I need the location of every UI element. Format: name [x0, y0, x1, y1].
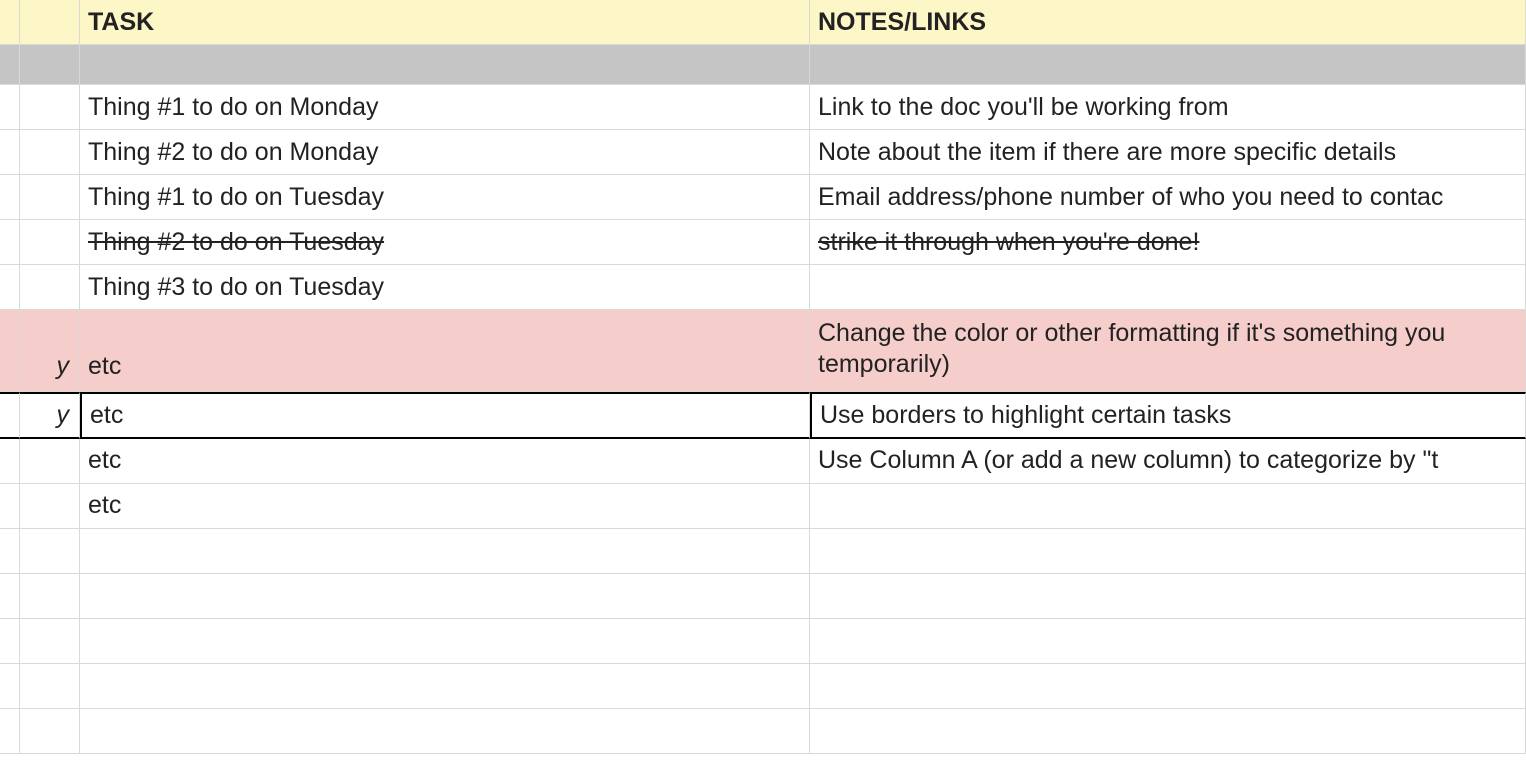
cell-task[interactable]: Thing #1 to do on Monday [80, 85, 810, 130]
row-edge[interactable] [0, 619, 20, 664]
row-edge[interactable] [0, 45, 20, 85]
cell-a[interactable] [20, 265, 80, 310]
cell-notes[interactable]: Change the color or other formatting if … [810, 310, 1526, 392]
cell-task[interactable] [80, 664, 810, 709]
header-task[interactable]: TASK [80, 0, 810, 45]
cell-notes[interactable]: Email address/phone number of who you ne… [810, 175, 1526, 220]
cell-a[interactable] [20, 664, 80, 709]
header-notes[interactable]: NOTES/LINKS [810, 0, 1526, 45]
row-edge[interactable] [0, 310, 20, 392]
cell-task[interactable] [80, 619, 810, 664]
row-edge[interactable] [0, 392, 20, 439]
cell-a[interactable]: y [20, 392, 80, 439]
spreadsheet-grid[interactable]: TASK NOTES/LINKS Thing #1 to do on Monda… [0, 0, 1526, 754]
cell-notes[interactable] [810, 664, 1526, 709]
cell-notes[interactable]: strike it through when you're done! [810, 220, 1526, 265]
cell-a[interactable] [20, 439, 80, 484]
cell-notes[interactable]: Link to the doc you'll be working from [810, 85, 1526, 130]
cell-notes[interactable]: Note about the item if there are more sp… [810, 130, 1526, 175]
cell-notes[interactable] [810, 265, 1526, 310]
cell-a[interactable] [20, 175, 80, 220]
row-edge[interactable] [0, 439, 20, 484]
cell-a[interactable] [20, 130, 80, 175]
row-edge[interactable] [0, 529, 20, 574]
cell-task[interactable] [80, 709, 810, 754]
row-edge[interactable] [0, 664, 20, 709]
row-edge[interactable] [0, 709, 20, 754]
row-edge[interactable] [0, 175, 20, 220]
row-edge[interactable] [0, 130, 20, 175]
cell-task[interactable]: Thing #2 to do on Tuesday [80, 220, 810, 265]
row-edge[interactable] [0, 220, 20, 265]
row-edge[interactable] [0, 85, 20, 130]
cell-task[interactable]: etc [80, 439, 810, 484]
row-edge[interactable] [0, 484, 20, 529]
cell-notes[interactable] [810, 484, 1526, 529]
cell-task[interactable]: etc [80, 484, 810, 529]
cell-notes[interactable]: Use borders to highlight certain tasks [810, 392, 1526, 439]
cell-notes[interactable] [810, 45, 1526, 85]
cell-notes[interactable] [810, 709, 1526, 754]
cell-a[interactable] [20, 574, 80, 619]
cell-notes[interactable]: Use Column A (or add a new column) to ca… [810, 439, 1526, 484]
header-col-edge[interactable] [0, 0, 20, 45]
cell-a[interactable] [20, 45, 80, 85]
header-col-a[interactable] [20, 0, 80, 45]
cell-a[interactable] [20, 85, 80, 130]
cell-notes[interactable] [810, 529, 1526, 574]
cell-task[interactable]: Thing #1 to do on Tuesday [80, 175, 810, 220]
cell-task[interactable] [80, 574, 810, 619]
cell-a[interactable] [20, 484, 80, 529]
cell-a[interactable]: y [20, 310, 80, 392]
cell-task[interactable]: etc [80, 310, 810, 392]
cell-a[interactable] [20, 529, 80, 574]
cell-a[interactable] [20, 619, 80, 664]
cell-task[interactable] [80, 529, 810, 574]
cell-task[interactable] [80, 45, 810, 85]
cell-notes[interactable] [810, 619, 1526, 664]
cell-task[interactable]: Thing #3 to do on Tuesday [80, 265, 810, 310]
cell-a[interactable] [20, 709, 80, 754]
cell-notes[interactable] [810, 574, 1526, 619]
cell-task[interactable]: etc [80, 392, 810, 439]
cell-a[interactable] [20, 220, 80, 265]
cell-task[interactable]: Thing #2 to do on Monday [80, 130, 810, 175]
row-edge[interactable] [0, 574, 20, 619]
row-edge[interactable] [0, 265, 20, 310]
